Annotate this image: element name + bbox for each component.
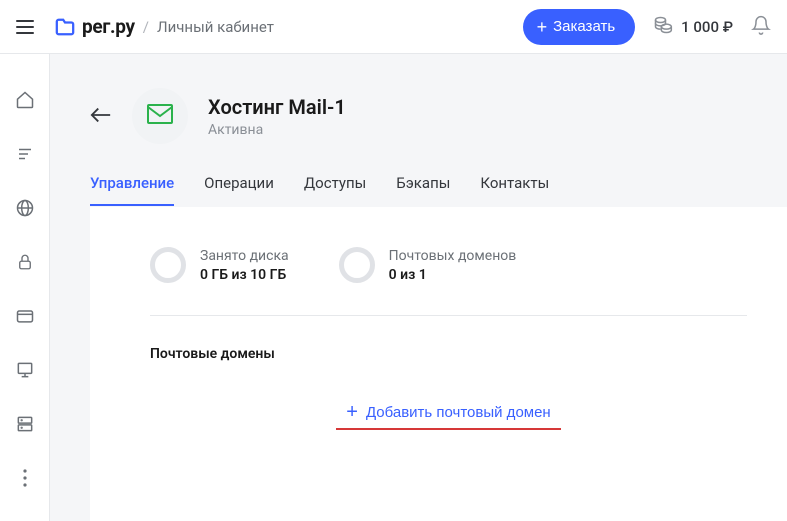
service-avatar xyxy=(132,88,188,144)
back-arrow[interactable] xyxy=(90,104,112,129)
mail-icon xyxy=(146,103,174,129)
sidebar-item-security[interactable] xyxy=(13,250,37,274)
sidebar-item-server[interactable] xyxy=(13,358,37,382)
section-title: Почтовые домены xyxy=(150,346,747,362)
breadcrumb-separator: / xyxy=(143,18,149,36)
sidebar-item-globe[interactable] xyxy=(13,196,37,220)
tab-0[interactable]: Управление xyxy=(90,174,174,206)
folder-icon xyxy=(54,17,76,37)
order-button[interactable]: + Заказать xyxy=(523,9,636,45)
management-panel: Занято диска 0 ГБ из 10 ГБ Почтовых домено… xyxy=(90,207,787,521)
logo-text: рег.ру xyxy=(82,15,135,38)
stats-row: Занято диска 0 ГБ из 10 ГБ Почтовых домено… xyxy=(150,247,747,316)
menu-toggle[interactable] xyxy=(16,15,40,39)
tab-2[interactable]: Доступы xyxy=(304,174,366,206)
tab-1[interactable]: Операции xyxy=(204,174,274,206)
order-button-label: Заказать xyxy=(553,18,615,35)
progress-ring-icon xyxy=(150,247,186,283)
balance-link[interactable]: 1 000 ₽ xyxy=(653,15,733,39)
stat-label: Почтовых доменов xyxy=(389,248,517,264)
tabs-nav: Управление Операции Доступы Бэкапы Контакты xyxy=(90,174,747,207)
sidebar-item-billing[interactable] xyxy=(13,304,37,328)
tab-3[interactable]: Бэкапы xyxy=(396,174,450,206)
breadcrumb-item[interactable]: Личный кабинет xyxy=(157,18,274,36)
page-title: Хостинг Mail-1 xyxy=(208,95,346,119)
plus-icon: + xyxy=(346,402,358,422)
add-mail-domain-button[interactable]: + Добавить почтовый домен xyxy=(346,402,550,426)
logo-link[interactable]: рег.ру xyxy=(54,15,135,38)
bell-icon xyxy=(751,20,771,39)
highlight-underline xyxy=(336,428,561,430)
plus-icon: + xyxy=(537,18,548,36)
service-status: Активна xyxy=(208,122,346,138)
add-domain-label: Добавить почтовый домен xyxy=(366,404,551,421)
stat-value: 0 из 1 xyxy=(389,267,517,283)
stat-value: 0 ГБ из 10 ГБ xyxy=(200,267,289,283)
progress-ring-icon xyxy=(339,247,375,283)
coins-icon xyxy=(653,15,673,39)
balance-amount: 1 000 ₽ xyxy=(681,18,733,36)
stat-1: Почтовых доменов 0 из 1 xyxy=(339,247,517,283)
sidebar-item-list[interactable] xyxy=(13,142,37,166)
main-content: Хостинг Mail-1 Активна Управление Операци… xyxy=(50,54,787,521)
sidebar-item-storage[interactable] xyxy=(13,412,37,436)
tab-4[interactable]: Контакты xyxy=(480,174,549,206)
notifications-button[interactable] xyxy=(751,15,771,39)
stat-0: Занято диска 0 ГБ из 10 ГБ xyxy=(150,247,289,283)
stat-label: Занято диска xyxy=(200,248,289,264)
sidebar-item-home[interactable] xyxy=(13,88,37,112)
sidebar-nav xyxy=(0,54,50,521)
top-header: рег.ру / Личный кабинет + Заказать 1 000… xyxy=(0,0,787,54)
sidebar-item-more[interactable] xyxy=(13,466,37,490)
